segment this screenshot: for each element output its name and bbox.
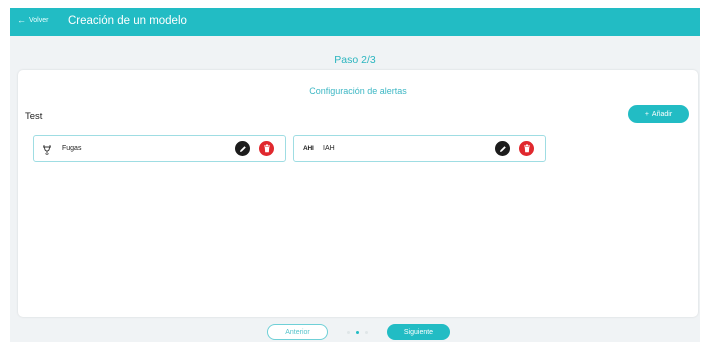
alerts-panel: Configuración de alertas Test + Añadir F… — [18, 70, 698, 317]
delete-button[interactable] — [519, 141, 534, 156]
arrow-left-icon: ← — [17, 15, 26, 25]
page-title: Creación de un modelo — [68, 15, 187, 27]
ahi-icon: AHI — [303, 145, 314, 152]
alert-name: Fugas — [62, 145, 82, 152]
page-dot-2-active — [356, 331, 359, 334]
page-dot-1 — [347, 331, 350, 334]
next-button[interactable]: Siguiente — [387, 324, 450, 340]
previous-button[interactable]: Anterior — [267, 324, 328, 340]
add-button[interactable]: + Añadir — [628, 105, 689, 123]
plus-icon: + — [644, 110, 649, 118]
top-bar: ← Volver Creación de un modelo — [10, 8, 700, 36]
edit-button[interactable] — [235, 141, 250, 156]
pencil-icon — [239, 145, 246, 152]
alert-card-fugas: Fugas — [33, 135, 286, 162]
trash-icon — [523, 144, 530, 153]
back-label: Volver — [29, 17, 49, 24]
edit-button[interactable] — [495, 141, 510, 156]
leak-icon — [42, 144, 52, 157]
wizard-footer: Anterior Siguiente — [10, 323, 700, 342]
add-label: Añadir — [651, 110, 673, 118]
back-button[interactable]: ← Volver — [17, 15, 49, 25]
alert-name: IAH — [323, 145, 335, 152]
section-title: Configuración de alertas — [309, 86, 407, 96]
step-indicator: Paso 2/3 — [334, 54, 376, 66]
app-window: ← Volver Creación de un modelo Paso 2/3 … — [10, 8, 700, 342]
trash-icon — [263, 144, 270, 153]
page-dot-3 — [365, 331, 368, 334]
group-name: Test — [25, 111, 43, 122]
alert-card-iah: AHI IAH — [293, 135, 546, 162]
delete-button[interactable] — [259, 141, 274, 156]
pencil-icon — [499, 145, 506, 152]
